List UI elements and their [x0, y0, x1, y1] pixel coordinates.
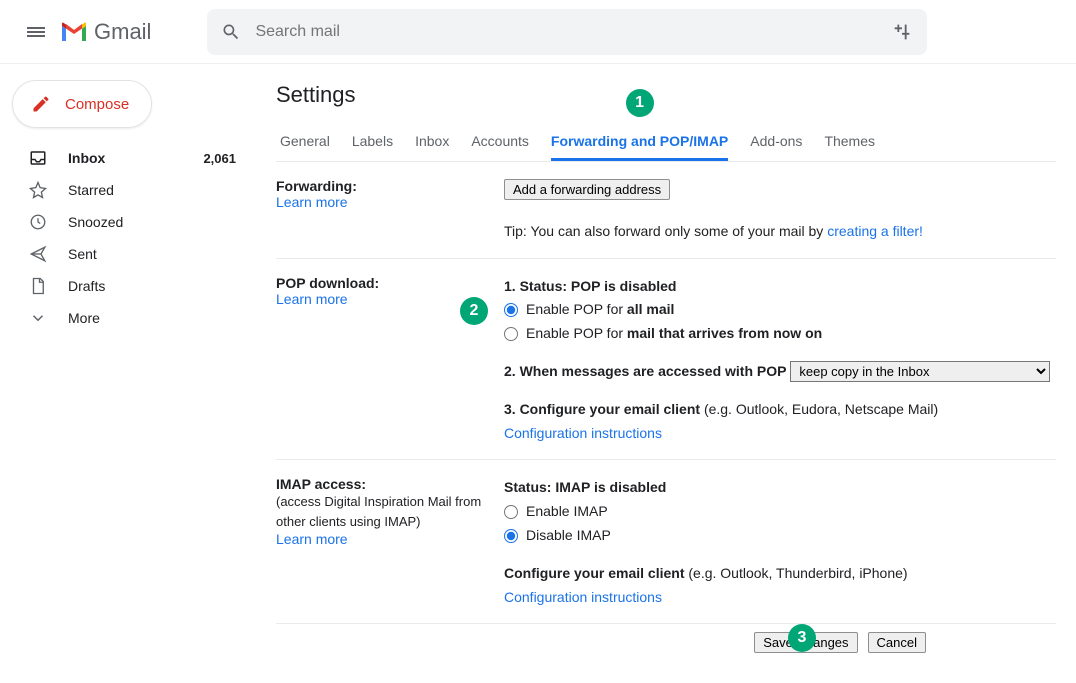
imap-radio-enable[interactable] — [504, 505, 518, 519]
tab-general[interactable]: General — [280, 133, 330, 161]
add-forwarding-button[interactable]: Add a forwarding address — [504, 179, 670, 200]
inbox-icon — [28, 149, 48, 167]
annotation-badge-2: 2 — [460, 297, 488, 325]
tab-accounts[interactable]: Accounts — [471, 133, 529, 161]
hamburger-icon — [27, 25, 45, 39]
pop-config-link[interactable]: Configuration instructions — [504, 422, 1056, 446]
forwarding-section: Forwarding: Learn more Add a forwarding … — [276, 162, 1056, 259]
chevron-down-icon — [28, 309, 48, 327]
nav-sent[interactable]: Sent — [8, 238, 248, 270]
pop-learn-more[interactable]: Learn more — [276, 291, 492, 307]
star-icon — [28, 181, 48, 199]
nav-starred[interactable]: Starred — [8, 174, 248, 206]
send-icon — [28, 245, 48, 263]
nav-more[interactable]: More — [8, 302, 248, 334]
compose-button[interactable]: Compose — [12, 80, 152, 128]
tab-themes[interactable]: Themes — [824, 133, 875, 161]
pop-enable-all[interactable]: Enable POP for all mail — [504, 298, 1056, 322]
bottom-actions: 3 Save Changes Cancel — [276, 624, 1056, 653]
creating-filter-link[interactable]: creating a filter! — [827, 223, 923, 239]
tune-icon[interactable] — [891, 21, 913, 43]
compose-label: Compose — [65, 96, 129, 113]
tab-addons[interactable]: Add-ons — [750, 133, 802, 161]
nav-label: Drafts — [68, 278, 105, 294]
imap-radio-disable[interactable] — [504, 529, 518, 543]
tab-labels[interactable]: Labels — [352, 133, 393, 161]
sidebar: Compose Inbox 2,061 Starred Snoozed Sent… — [0, 64, 256, 683]
tab-inbox[interactable]: Inbox — [415, 133, 449, 161]
cancel-button[interactable]: Cancel — [868, 632, 926, 653]
main-menu-button[interactable] — [16, 12, 56, 52]
nav-label: Snoozed — [68, 214, 123, 230]
imap-disable[interactable]: Disable IMAP — [504, 524, 1056, 548]
pop-action-select[interactable]: keep copy in the Inbox — [790, 361, 1050, 382]
settings-tabs: General Labels Inbox Accounts Forwarding… — [276, 122, 1056, 162]
search-input[interactable] — [255, 23, 891, 41]
forwarding-learn-more[interactable]: Learn more — [276, 194, 492, 210]
imap-title: IMAP access: — [276, 476, 492, 492]
search-icon — [221, 22, 241, 42]
search-bar[interactable] — [207, 9, 927, 55]
pop-radio-now[interactable] — [504, 327, 518, 341]
forwarding-title: Forwarding: — [276, 178, 492, 194]
pop-title: POP download: — [276, 275, 492, 291]
nav-drafts[interactable]: Drafts — [8, 270, 248, 302]
imap-config-link[interactable]: Configuration instructions — [504, 586, 1056, 610]
imap-learn-more[interactable]: Learn more — [276, 531, 492, 547]
nav-label: Inbox — [68, 150, 105, 166]
pencil-icon — [31, 94, 51, 114]
pop-enable-now[interactable]: Enable POP for mail that arrives from no… — [504, 322, 1056, 346]
imap-section: IMAP access: (access Digital Inspiration… — [276, 460, 1056, 624]
page-title: Settings — [276, 82, 1056, 108]
imap-configure: Configure your email client (e.g. Outloo… — [504, 562, 1056, 586]
nav-label: Starred — [68, 182, 114, 198]
pop-section: POP download: Learn more 2 1. Status: PO… — [276, 259, 1056, 461]
gmail-text: Gmail — [94, 19, 151, 45]
pop-status: 1. Status: POP is disabled — [504, 275, 1056, 299]
nav-count: 2,061 — [203, 151, 236, 166]
gmail-logo[interactable]: Gmail — [60, 19, 151, 45]
header: Gmail — [0, 0, 1076, 64]
nav-label: More — [68, 310, 100, 326]
pop-configure: 3. Configure your email client (e.g. Out… — [504, 398, 1056, 422]
nav-snoozed[interactable]: Snoozed — [8, 206, 248, 238]
pop-radio-all[interactable] — [504, 303, 518, 317]
imap-enable[interactable]: Enable IMAP — [504, 500, 1056, 524]
settings-main: Settings General Labels Inbox Accounts F… — [256, 64, 1076, 683]
imap-sub: (access Digital Inspiration Mail from ot… — [276, 492, 492, 531]
gmail-icon — [60, 21, 88, 43]
nav-label: Sent — [68, 246, 97, 262]
file-icon — [28, 277, 48, 295]
pop-when-row: 2. When messages are accessed with POP k… — [504, 360, 1056, 384]
forwarding-tip: Tip: You can also forward only some of y… — [504, 220, 1056, 244]
tab-forwarding[interactable]: Forwarding and POP/IMAP 1 — [551, 133, 728, 161]
imap-status: Status: IMAP is disabled — [504, 476, 1056, 500]
nav-inbox[interactable]: Inbox 2,061 — [8, 142, 248, 174]
clock-icon — [28, 213, 48, 231]
annotation-badge-1: 1 — [626, 89, 654, 117]
